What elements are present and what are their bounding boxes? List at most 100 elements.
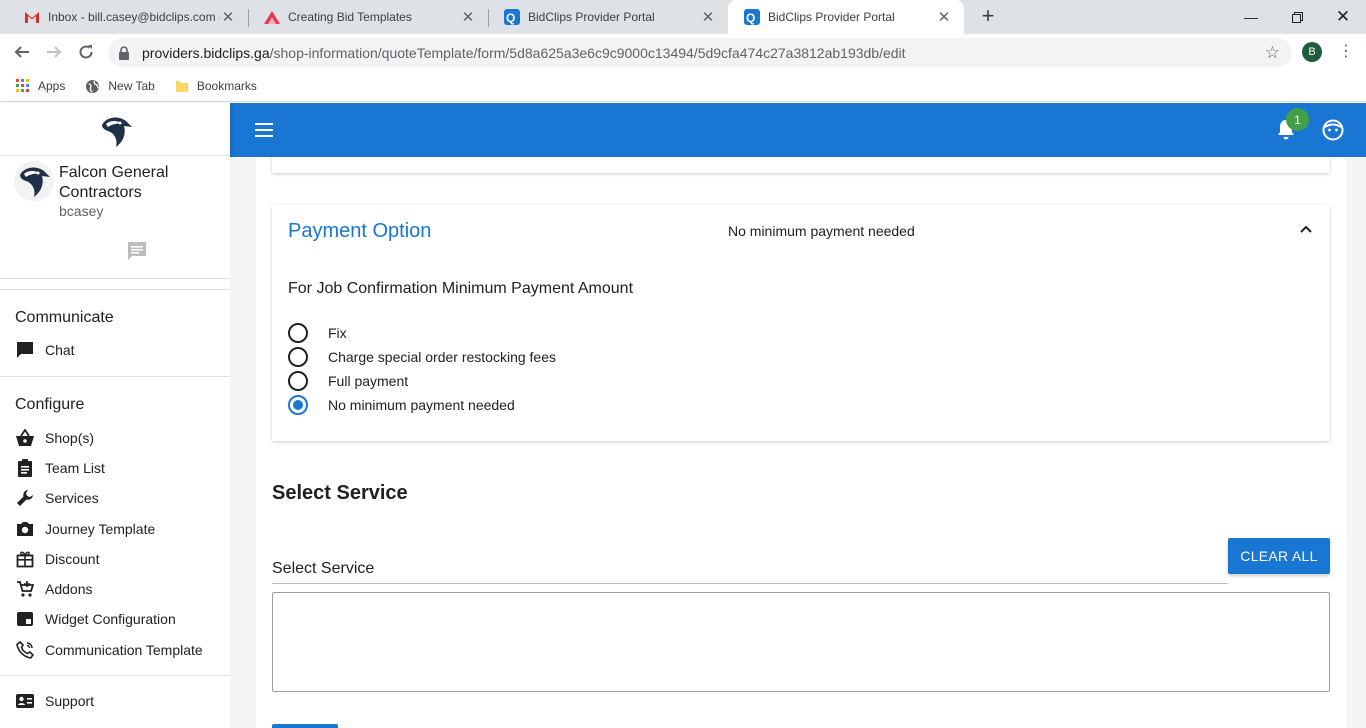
close-tab-icon[interactable]: ✕: [220, 8, 236, 26]
sidebar-item-label: Discount: [45, 551, 100, 567]
address-bar[interactable]: providers.bidclips.ga/shop-information/q…: [108, 38, 1292, 67]
browser-toolbar: providers.bidclips.ga/shop-information/q…: [0, 34, 1366, 71]
back-button[interactable]: [8, 38, 36, 66]
sidebar-item-services[interactable]: Services: [0, 485, 230, 511]
close-tab-icon[interactable]: ✕: [936, 8, 952, 26]
bidclips-icon: Q: [504, 9, 520, 25]
phone-icon: [15, 640, 35, 660]
browser-tab-bid-templates[interactable]: Creating Bid Templates ✕: [248, 0, 488, 34]
app-header: 1: [230, 103, 1366, 157]
chat-icon: [15, 340, 35, 360]
main-content: Payment Option No minimum payment needed…: [230, 157, 1366, 728]
bookmark-folder[interactable]: Bookmarks: [175, 79, 257, 93]
sidebar-item-label: Communication Template: [45, 642, 203, 658]
sidebar-item-label: Support: [45, 693, 95, 709]
new-tab-button[interactable]: +: [976, 4, 1000, 28]
forward-button[interactable]: [40, 38, 68, 66]
template-form: Payment Option No minimum payment needed…: [256, 157, 1346, 728]
radio-option-restocking-fees[interactable]: Charge special order restocking fees: [288, 345, 556, 369]
payment-option-summary: No minimum payment needed: [728, 223, 915, 239]
bidclips-icon: Q: [744, 9, 760, 25]
close-tab-icon[interactable]: ✕: [700, 8, 716, 26]
reload-button[interactable]: [72, 38, 100, 66]
select-service-underline: [272, 583, 1228, 584]
sidebar-section-configure: Configure: [15, 396, 85, 413]
sidebar-item-label: Journey Template: [45, 521, 156, 537]
gmail-icon: [24, 9, 40, 25]
profile-avatar[interactable]: B: [1302, 42, 1322, 62]
falcon-logo-icon: [96, 111, 136, 151]
mountain-icon: [264, 9, 280, 25]
sidebar-item-communication-template[interactable]: Communication Template: [0, 637, 230, 663]
browser-tab-gmail[interactable]: Inbox - bill.casey@bidclips.com - ✕: [8, 0, 248, 34]
menu-icon[interactable]: [255, 123, 273, 137]
bookmark-label: Bookmarks: [196, 79, 257, 93]
bookmark-label: Apps: [38, 79, 66, 93]
payment-question: For Job Confirmation Minimum Payment Amo…: [288, 280, 634, 297]
bottom-button[interactable]: [272, 724, 338, 728]
radio-option-full-payment[interactable]: Full payment: [288, 369, 408, 393]
browser-tab-portal[interactable]: Q BidClips Provider Portal ✕: [488, 0, 728, 34]
tab-title: Creating Bid Templates: [288, 10, 412, 24]
cart-plus-icon: [15, 579, 35, 599]
globe-icon: [86, 79, 100, 93]
arrow-left-icon: [14, 46, 29, 58]
select-service-field-label[interactable]: Select Service: [272, 560, 374, 578]
radio-label: No minimum payment needed: [328, 397, 515, 413]
sidebar-item-label: Shop(s): [45, 430, 95, 446]
bookmark-apps[interactable]: Apps: [16, 79, 65, 93]
apps-grid-icon: [16, 79, 29, 92]
radio-button[interactable]: [288, 323, 308, 343]
bookmark-star-icon[interactable]: ☆: [1265, 43, 1280, 63]
sidebar-item-label: Services: [45, 490, 99, 506]
close-window-button[interactable]: ✕: [1320, 0, 1366, 34]
radio-label: Fix: [328, 325, 347, 341]
reload-icon: [79, 45, 93, 59]
restore-icon: [1291, 11, 1303, 23]
message-icon[interactable]: [126, 240, 148, 262]
sidebar-item-shops[interactable]: Shop(s): [0, 425, 230, 451]
org-name: Falcon General Contractors: [59, 164, 169, 201]
sidebar-item-chat[interactable]: Chat: [0, 337, 230, 363]
sidebar: Falcon General Contractors bcasey Commun…: [0, 103, 230, 728]
sidebar-item-support[interactable]: Support: [0, 688, 230, 714]
restore-button[interactable]: [1274, 0, 1320, 34]
clipboard-icon: [15, 458, 35, 478]
minimize-button[interactable]: —: [1228, 0, 1274, 34]
tab-title: BidClips Provider Portal: [768, 10, 895, 24]
payment-option-title[interactable]: Payment Option: [288, 220, 431, 243]
close-tab-icon[interactable]: ✕: [460, 8, 476, 26]
browser-menu-icon[interactable]: ⋮: [1338, 41, 1354, 63]
sidebar-item-addons[interactable]: Addons: [0, 576, 230, 602]
sidebar-item-team-list[interactable]: Team List: [0, 455, 230, 481]
radio-button[interactable]: [288, 371, 308, 391]
radio-label: Full payment: [328, 373, 409, 389]
org-username: bcasey: [59, 203, 104, 219]
bookmark-label: New Tab: [108, 79, 155, 93]
select-service-heading: Select Service: [272, 482, 408, 504]
payment-option-panel: Payment Option No minimum payment needed…: [272, 205, 1330, 441]
org-avatar: [14, 161, 54, 201]
wrench-icon: [15, 488, 35, 508]
tab-title: BidClips Provider Portal: [528, 10, 655, 24]
sidebar-item-label: Team List: [45, 460, 105, 476]
sidebar-section-communicate: Communicate: [15, 309, 114, 326]
radio-option-fix[interactable]: Fix: [288, 321, 347, 345]
chevron-up-icon[interactable]: [1296, 219, 1316, 239]
clear-all-button[interactable]: CLEAR ALL: [1228, 538, 1330, 574]
bookmark-new-tab[interactable]: New Tab: [85, 79, 155, 94]
radio-label: Charge special order restocking fees: [328, 349, 557, 365]
svg-text:Q: Q: [746, 11, 755, 25]
gift-icon: [15, 549, 35, 569]
radio-button[interactable]: [288, 347, 308, 367]
selected-services-box[interactable]: [272, 592, 1330, 692]
svg-text:Q: Q: [506, 11, 515, 25]
radio-button-selected[interactable]: [288, 395, 308, 415]
browser-tab-portal-active[interactable]: Q BidClips Provider Portal ✕: [728, 0, 964, 34]
sidebar-item-discount[interactable]: Discount: [0, 546, 230, 572]
radio-option-no-minimum[interactable]: No minimum payment needed: [288, 393, 515, 417]
sidebar-item-widget-configuration[interactable]: Widget Configuration: [0, 606, 230, 632]
previous-panel[interactable]: [272, 157, 1330, 173]
user-face-icon[interactable]: [1322, 119, 1344, 141]
sidebar-item-journey-template[interactable]: Journey Template: [0, 516, 230, 542]
